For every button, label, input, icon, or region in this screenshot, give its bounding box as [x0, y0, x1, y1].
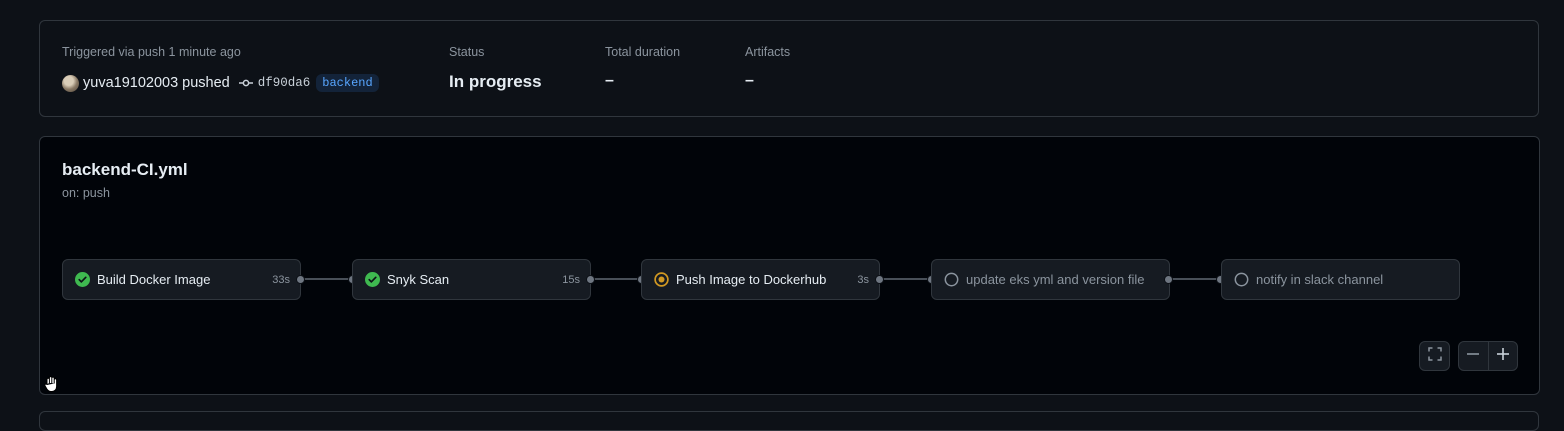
- job-connector: [1171, 278, 1221, 280]
- fullscreen-button[interactable]: [1419, 341, 1450, 371]
- empty-circle-icon: [944, 272, 959, 287]
- job-update-eks-yml[interactable]: update eks yml and version file: [931, 259, 1170, 300]
- status-info: Status In progress: [449, 45, 542, 92]
- check-circle-icon: [75, 272, 90, 287]
- job-output-port: [586, 275, 595, 284]
- artifacts-value: –: [745, 72, 754, 89]
- job-name: notify in slack channel: [1256, 272, 1384, 287]
- plus-icon: [1496, 347, 1510, 366]
- job-output-port: [296, 275, 305, 284]
- job-name: Snyk Scan: [387, 272, 450, 287]
- trigger-text: Triggered via push 1 minute ago: [62, 45, 241, 59]
- job-connector: [593, 278, 643, 280]
- git-commit-icon: [238, 78, 253, 88]
- zoom-in-button[interactable]: [1489, 342, 1518, 370]
- grab-cursor-icon: [42, 374, 62, 399]
- workflow-graph-panel[interactable]: backend-CI.yml on: push Build Docker Ima…: [39, 136, 1540, 395]
- job-duration: 3s: [857, 273, 869, 286]
- check-circle-icon: [365, 272, 380, 287]
- status-value: In progress: [449, 72, 542, 91]
- job-duration: 15s: [562, 273, 580, 286]
- duration-info: Total duration –: [605, 45, 680, 91]
- job-output-port: [1164, 275, 1173, 284]
- job-output-port: [875, 275, 884, 284]
- in-progress-icon: [654, 272, 669, 287]
- job-notify-slack[interactable]: notify in slack channel: [1221, 259, 1460, 300]
- trigger-info: Triggered via push 1 minute ago yuva1910…: [62, 45, 379, 93]
- commit-sha-link[interactable]: df90da6: [258, 76, 311, 90]
- workflow-trigger: on: push: [62, 186, 110, 200]
- minus-icon: [1466, 347, 1480, 366]
- job-name: update eks yml and version file: [966, 272, 1145, 287]
- job-connector: [882, 278, 932, 280]
- actor-pushed-text[interactable]: yuva19102003 pushed: [83, 75, 230, 91]
- status-label: Status: [449, 45, 485, 59]
- job-snyk-scan[interactable]: Snyk Scan 15s: [352, 259, 591, 300]
- job-connector: [303, 278, 353, 280]
- duration-label: Total duration: [605, 45, 681, 59]
- empty-circle-icon: [1234, 272, 1249, 287]
- next-panel-edge: [39, 411, 1539, 431]
- branch-badge[interactable]: backend: [316, 74, 379, 92]
- artifacts-info: Artifacts –: [745, 45, 790, 91]
- job-build-docker-image[interactable]: Build Docker Image 33s: [62, 259, 301, 300]
- run-summary-panel: Triggered via push 1 minute ago yuva1910…: [39, 20, 1539, 117]
- zoom-controls: [1458, 341, 1518, 371]
- zoom-out-button[interactable]: [1459, 342, 1488, 370]
- avatar[interactable]: [62, 74, 79, 92]
- duration-value: –: [605, 72, 614, 89]
- job-name: Build Docker Image: [97, 272, 211, 287]
- job-duration: 33s: [272, 273, 290, 286]
- job-name: Push Image to Dockerhub: [676, 272, 827, 287]
- job-push-image-to-dockerhub[interactable]: Push Image to Dockerhub 3s: [641, 259, 880, 300]
- workflow-file-name[interactable]: backend-CI.yml: [62, 160, 188, 180]
- fullscreen-icon: [1427, 346, 1443, 367]
- artifacts-label: Artifacts: [745, 45, 791, 59]
